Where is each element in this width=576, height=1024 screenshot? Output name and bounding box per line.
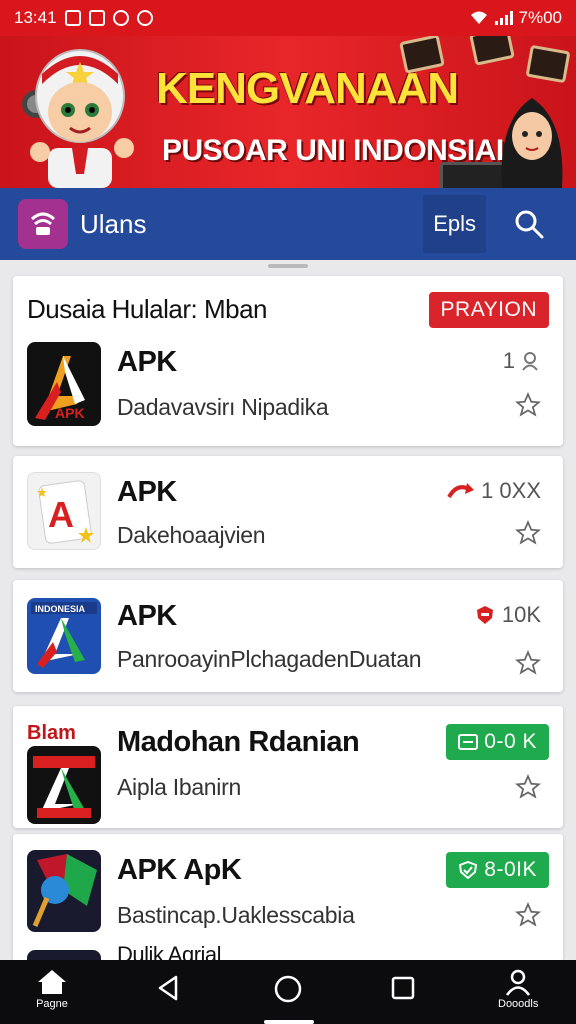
settings-icon [112, 10, 129, 26]
star-icon[interactable] [515, 520, 541, 546]
section-title: Dusaia Hulalar: Mban [27, 294, 268, 324]
drag-handle[interactable] [268, 264, 308, 268]
app-title: APK [117, 346, 177, 378]
app-bar: Ulans Epls [0, 188, 576, 260]
list-item[interactable]: A APK Dakehoaajvien 1 0XX [13, 456, 563, 568]
list-item[interactable]: INDONESIA APK PanrooayinPlchagadenDuatan… [13, 580, 563, 692]
list-item[interactable]: Dusaia Hulalar: Mban PRAYION APK APK Dad… [13, 276, 563, 446]
download-count-value: 1 [502, 348, 515, 373]
download-badge-value: 0-0 K [484, 730, 537, 753]
app-description: Dadavavsirı Nipadika [117, 394, 329, 420]
download-count: 10K [474, 602, 541, 628]
app-icon: INDONESIA [27, 598, 101, 674]
red-arrow-icon [447, 483, 475, 499]
download-count-value: 1 0XX [481, 478, 541, 503]
wifi-icon [470, 11, 487, 24]
section-badge[interactable]: PRAYION [428, 292, 549, 328]
bar-action-button[interactable]: Epls [423, 195, 486, 253]
download-count: 1 0XX [447, 478, 541, 504]
decoration-frame-icon [469, 36, 515, 66]
app-description: Dakehoaajvien [117, 522, 266, 548]
download-count-value: 10K [501, 602, 541, 627]
promo-banner[interactable]: KENGVANAAN PUSOAR UNI INDONSIAI [0, 36, 576, 188]
app-title: Madohan Rdanian [117, 726, 360, 758]
status-bar: 13:41 7%00 [0, 0, 576, 36]
decoration-frame-icon [525, 44, 571, 84]
nav-home-label: Pagne [36, 998, 68, 1010]
download-badge[interactable]: 0-0 K [446, 724, 549, 760]
app-description: Bastincap.Uaklesscabia [117, 902, 355, 928]
download-badge[interactable]: 8-0IK [446, 852, 549, 888]
logo-glyph-icon [30, 212, 56, 235]
app-title: APK [117, 600, 177, 632]
nav-home-button[interactable] [273, 974, 303, 1004]
app-logo-icon[interactable] [18, 199, 68, 249]
app-tag-label: Blam [27, 722, 76, 744]
app-icon: APK [27, 342, 101, 426]
nav-recents[interactable] [390, 975, 416, 1001]
list-item[interactable]: APK ApK Bastincap.Uaklesscabia 8-0IK Dul… [13, 834, 563, 970]
signal-icon [494, 11, 513, 25]
app-icon [27, 850, 101, 932]
mascot-illustration [22, 49, 134, 188]
status-time: 13:41 [14, 8, 57, 27]
bottom-navigation: Pagne Dooodls [0, 960, 576, 1024]
banner-title: KENGVANAAN [156, 64, 459, 113]
nav-profile-label: Dooodls [498, 998, 539, 1010]
search-button[interactable] [500, 195, 558, 253]
photo-icon [88, 10, 105, 26]
verified-shield-icon [459, 861, 478, 879]
nav-profile[interactable]: Dooodls [498, 968, 538, 1010]
nav-back[interactable] [154, 974, 182, 1002]
svg-text:A: A [48, 494, 74, 535]
person-icon [522, 352, 538, 371]
app-icon [27, 746, 101, 824]
nav-home[interactable]: Pagne [36, 968, 68, 1010]
app-description: PanrooayinPlchagadenDuatan [117, 646, 422, 672]
list-item[interactable]: Blam Madohan Rdanian Aipla Ibanirn 0-0 K [13, 706, 563, 828]
download-count: 1 [503, 348, 541, 374]
recents-icon [391, 976, 415, 1000]
download-box-icon [458, 734, 479, 750]
home-circle-icon [274, 975, 302, 1003]
star-icon[interactable] [515, 392, 541, 418]
profile-icon [506, 969, 531, 996]
app-description: Aipla Ibanirn [117, 774, 241, 800]
app-title: APK ApK [117, 854, 242, 886]
svg-text:APK: APK [55, 405, 85, 421]
status-left: 13:41 [14, 8, 153, 28]
message-icon [64, 10, 81, 26]
notification-icon [136, 10, 153, 26]
svg-text:INDONESIA: INDONESIA [35, 604, 86, 614]
app-name: Ulans [80, 208, 147, 239]
battery-text: 7%00 [518, 8, 562, 27]
back-icon [158, 975, 178, 1001]
download-badge-value: 8-0IK [484, 858, 537, 881]
app-title: APK [117, 476, 177, 508]
star-icon[interactable] [515, 774, 541, 800]
star-icon[interactable] [515, 650, 541, 676]
home-indicator [264, 1020, 314, 1024]
app-icon: A [27, 472, 101, 550]
status-right: 7%00 [469, 8, 562, 28]
search-icon [515, 210, 544, 239]
girl-illustration [501, 98, 563, 188]
home-icon [38, 970, 66, 994]
red-shield-icon [476, 606, 493, 624]
star-icon[interactable] [515, 902, 541, 928]
